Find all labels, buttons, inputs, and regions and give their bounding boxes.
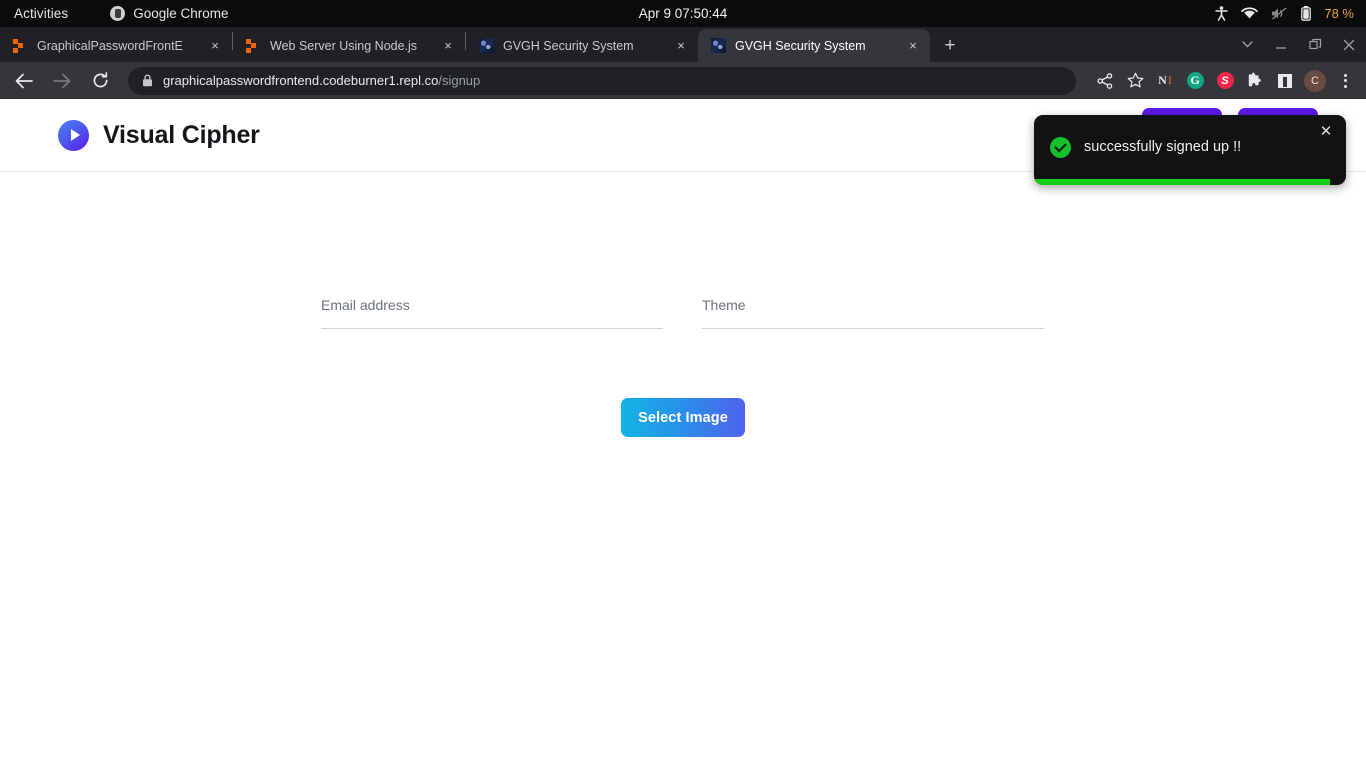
browser-tab[interactable]: Web Server Using Node.js ×: [233, 29, 465, 62]
address-bar-path: /signup: [438, 73, 480, 88]
browser-tab[interactable]: GVGH Security System ×: [466, 29, 698, 62]
tab-close-icon[interactable]: ×: [904, 37, 922, 55]
tab-title: GVGH Security System: [503, 39, 672, 53]
share-icon[interactable]: [1090, 66, 1120, 96]
grammarly-extension-icon[interactable]: G: [1180, 66, 1210, 96]
extensions-puzzle-icon[interactable]: [1240, 66, 1270, 96]
toast-close-icon[interactable]: ✕: [1317, 122, 1335, 140]
profile-avatar[interactable]: C: [1300, 66, 1330, 96]
replit-icon: [245, 38, 261, 54]
tab-close-icon[interactable]: ×: [206, 37, 224, 55]
address-bar[interactable]: graphicalpasswordfrontend.codeburner1.re…: [128, 67, 1076, 95]
nimbus-letter: N: [1158, 73, 1167, 88]
profile-initial: C: [1304, 70, 1326, 92]
honey-letter: S: [1217, 72, 1234, 89]
tab-title: GraphicalPasswordFrontE: [37, 39, 206, 53]
window-minimize-button[interactable]: [1264, 27, 1298, 62]
email-field-label: Email address: [321, 297, 663, 313]
grammarly-letter: G: [1187, 72, 1204, 89]
brand-name: Visual Cipher: [103, 121, 260, 150]
toast-body: successfully signed up !!: [1034, 115, 1346, 179]
toast-progress-bar: [1034, 179, 1330, 185]
chrome-menu-icon[interactable]: [1330, 66, 1360, 96]
reload-icon[interactable]: [86, 67, 114, 95]
tab-search-chevron-down-icon[interactable]: [1230, 27, 1264, 62]
tab-title: Web Server Using Node.js: [270, 39, 439, 53]
replit-icon: [12, 38, 28, 54]
window-close-button[interactable]: [1332, 27, 1366, 62]
tab-close-icon[interactable]: ×: [672, 37, 690, 55]
clock[interactable]: Apr 9 07:50:44: [0, 6, 1366, 21]
theme-field-label: Theme: [702, 297, 1044, 313]
email-field-underline: [321, 328, 663, 329]
theme-field[interactable]: Theme: [702, 297, 1044, 329]
gvgh-icon: [478, 38, 494, 54]
theme-field-underline: [702, 328, 1044, 329]
accessibility-icon[interactable]: [1215, 6, 1228, 21]
success-check-icon: [1050, 137, 1071, 158]
gnome-top-bar: Activities Google Chrome Apr 9 07:50:44 …: [0, 0, 1366, 27]
side-panel-icon[interactable]: [1270, 66, 1300, 96]
wifi-icon[interactable]: [1241, 7, 1258, 20]
email-field[interactable]: Email address: [321, 297, 663, 329]
browser-toolbar: graphicalpasswordfrontend.codeburner1.re…: [0, 62, 1366, 99]
back-arrow-icon[interactable]: [10, 67, 38, 95]
battery-percentage: 78 %: [1324, 6, 1354, 21]
browser-tab[interactable]: GraphicalPasswordFrontE ×: [0, 29, 232, 62]
window-controls: [1230, 27, 1366, 62]
signup-form: Email address Theme: [321, 297, 1044, 329]
volume-muted-icon[interactable]: [1271, 7, 1288, 20]
browser-tab-active[interactable]: GVGH Security System ×: [698, 29, 930, 62]
honey-extension-icon[interactable]: S: [1210, 66, 1240, 96]
browser-tab-strip: GraphicalPasswordFrontE × Web Server Usi…: [0, 27, 1366, 62]
tab-close-icon[interactable]: ×: [439, 37, 457, 55]
battery-icon[interactable]: [1301, 6, 1311, 21]
toast-message: successfully signed up !!: [1084, 139, 1241, 155]
address-bar-host: graphicalpasswordfrontend.codeburner1.re…: [163, 73, 438, 88]
toast-notification[interactable]: successfully signed up !! ✕: [1034, 115, 1346, 185]
new-tab-button[interactable]: +: [936, 31, 964, 59]
lock-icon: [142, 74, 153, 87]
select-image-button[interactable]: Select Image: [621, 398, 745, 437]
nimbus-extension-icon[interactable]: NI: [1150, 66, 1180, 96]
window-maximize-button[interactable]: [1298, 27, 1332, 62]
toolbar-icon-group: NI G S C: [1090, 62, 1360, 99]
gvgh-icon: [710, 38, 726, 54]
brand[interactable]: Visual Cipher: [58, 120, 260, 151]
forward-arrow-icon[interactable]: [48, 67, 76, 95]
play-circle-logo: [58, 120, 89, 151]
tab-title: GVGH Security System: [735, 39, 904, 53]
system-status-area[interactable]: 78 %: [1215, 0, 1354, 27]
web-page-viewport: Visual Cipher Email address Theme Select…: [0, 99, 1366, 768]
bookmark-star-icon[interactable]: [1120, 66, 1150, 96]
